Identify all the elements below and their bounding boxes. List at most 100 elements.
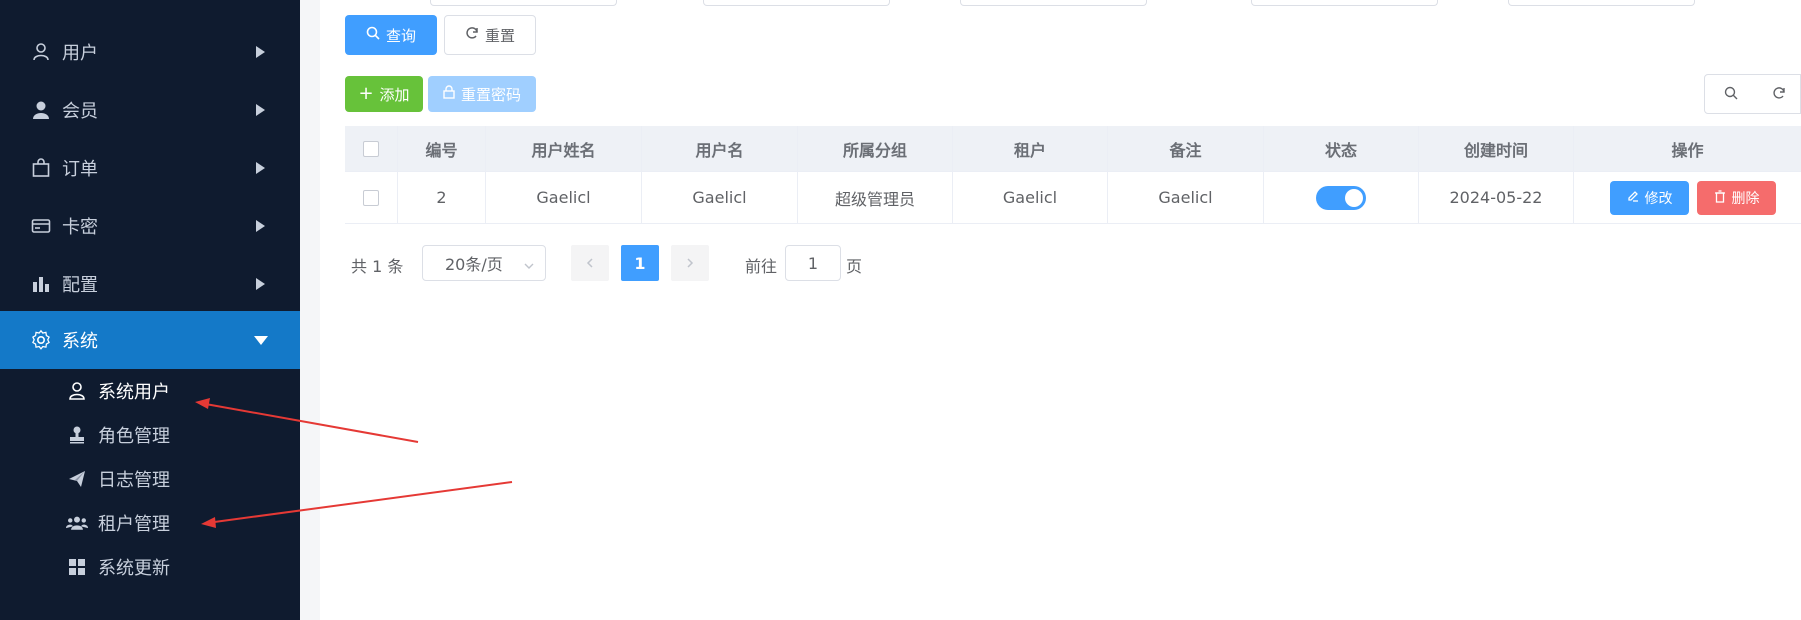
add-button[interactable]: + 添加	[345, 76, 423, 112]
filter-input[interactable]	[430, 0, 617, 6]
chevron-left-icon	[585, 254, 595, 273]
submenu-item-label: 角色管理	[98, 426, 170, 447]
prev-page-button[interactable]	[571, 245, 609, 281]
sidebar: 用户 会员 订单 卡密 配置 系统 系统用户 角色管理 日志管理 租户管理 系统…	[0, 0, 300, 620]
cell-status	[1264, 172, 1419, 223]
row-checkbox[interactable]	[363, 189, 379, 206]
bar-chart-icon	[30, 273, 52, 295]
switch-knob	[1345, 188, 1363, 207]
query-label: 查询	[385, 26, 416, 45]
menu-item-label: 订单	[62, 159, 98, 180]
column-header[interactable]: 创建时间	[1419, 126, 1574, 171]
next-page-button[interactable]	[671, 245, 709, 281]
submenu-item-label: 租户管理	[98, 514, 170, 535]
menu-item-member[interactable]: 会员	[0, 81, 300, 139]
main-content	[320, 0, 1801, 620]
caret-right-icon	[256, 278, 265, 290]
goto-suffix: 页	[846, 257, 863, 276]
filter-input[interactable]	[703, 0, 890, 6]
column-header[interactable]: 用户姓名	[486, 126, 642, 171]
submenu-item-tenant[interactable]: 租户管理	[0, 501, 300, 545]
cell-username: Gaelicl	[642, 172, 798, 223]
menu-item-label: 卡密	[62, 217, 98, 238]
column-header[interactable]: 租户	[953, 126, 1108, 171]
edit-button[interactable]: 修改	[1610, 181, 1689, 215]
add-label: 添加	[379, 85, 410, 104]
search-icon	[1724, 85, 1738, 104]
menu-item-user[interactable]: 用户	[0, 23, 300, 81]
user-icon	[66, 380, 88, 402]
submenu-item-update[interactable]: 系统更新	[0, 545, 300, 589]
caret-right-icon	[256, 104, 265, 116]
menu-item-card[interactable]: 卡密	[0, 197, 300, 255]
filter-input[interactable]	[1251, 0, 1438, 6]
cell-group: 超级管理员	[798, 172, 953, 223]
menu-item-label: 系统	[62, 331, 98, 352]
plus-icon: +	[358, 83, 374, 104]
content-gutter	[300, 0, 320, 620]
table-header: 编号 用户姓名 用户名 所属分组 租户 备注 状态 创建时间 操作	[345, 126, 1801, 172]
menu-item-system[interactable]: 系统	[0, 311, 300, 369]
menu-item-partial	[30, 0, 110, 8]
column-header[interactable]: 所属分组	[798, 126, 953, 171]
filter-input[interactable]	[960, 0, 1147, 6]
filter-input[interactable]	[1508, 0, 1695, 6]
menu-item-order[interactable]: 订单	[0, 139, 300, 197]
menu-item-config[interactable]: 配置	[0, 255, 300, 313]
submenu-item-system-user[interactable]: 系统用户	[0, 369, 300, 413]
caret-right-icon	[256, 46, 265, 58]
card-icon	[30, 215, 52, 237]
delete-button[interactable]: 删除	[1697, 181, 1776, 215]
refresh-icon	[1772, 85, 1786, 104]
chevron-right-icon	[685, 254, 695, 273]
goto-prefix: 前往	[745, 257, 778, 276]
search-toggle-button[interactable]	[1704, 74, 1758, 114]
member-icon	[30, 99, 52, 121]
edit-icon	[1627, 190, 1639, 206]
grid-icon	[66, 556, 88, 578]
refresh-icon	[465, 26, 479, 44]
column-header[interactable]: 备注	[1108, 126, 1264, 171]
column-header[interactable]: 用户名	[642, 126, 798, 171]
menu-item-label: 用户	[62, 43, 98, 64]
goto-page-input[interactable]: 1	[785, 245, 841, 281]
submenu-item-label: 系统更新	[98, 558, 170, 579]
reset-label: 重置	[484, 26, 515, 45]
select-all-cell	[345, 126, 398, 171]
trash-icon	[1714, 189, 1726, 207]
table-row: 2 Gaelicl Gaelicl 超级管理员 Gaelicl Gaelicl …	[345, 172, 1801, 224]
reset-password-button[interactable]: 重置密码	[428, 76, 536, 112]
cell-created: 2024-05-22	[1419, 172, 1574, 223]
cell-tenant: Gaelicl	[953, 172, 1108, 223]
users-icon	[66, 512, 88, 534]
column-header: 操作	[1671, 140, 1704, 160]
page-size-select[interactable]: 20条/页	[422, 245, 546, 281]
menu-item-label: 会员	[62, 101, 98, 122]
caret-right-icon	[256, 220, 265, 232]
lock-icon	[443, 85, 455, 103]
row-select-cell	[345, 172, 398, 223]
submenu-item-label: 日志管理	[98, 470, 170, 491]
reset-button[interactable]: 重置	[444, 15, 536, 55]
stamp-icon	[66, 424, 88, 446]
user-icon	[30, 41, 52, 63]
query-button[interactable]: 查询	[345, 15, 437, 55]
pagination-total: 共 1 条	[351, 257, 404, 276]
page-button-current[interactable]: 1	[621, 245, 659, 281]
cell-remark: Gaelicl	[1108, 172, 1264, 223]
paper-plane-icon	[66, 468, 88, 490]
status-switch[interactable]	[1316, 185, 1366, 210]
column-header[interactable]: 编号	[398, 126, 486, 171]
caret-down-icon	[254, 335, 268, 345]
edit-label: 修改	[1644, 191, 1673, 207]
select-all-checkbox[interactable]	[363, 140, 379, 157]
submenu-item-label: 系统用户	[98, 382, 170, 403]
cell-full-name: Gaelicl	[486, 172, 642, 223]
refresh-button[interactable]	[1757, 74, 1801, 114]
column-header[interactable]: 状态	[1264, 126, 1419, 171]
page-size-value: 20条/页	[445, 255, 503, 274]
caret-right-icon	[256, 162, 265, 174]
submenu-item-log[interactable]: 日志管理	[0, 457, 300, 501]
reset-password-label: 重置密码	[460, 85, 521, 104]
submenu-item-role[interactable]: 角色管理	[0, 413, 300, 457]
